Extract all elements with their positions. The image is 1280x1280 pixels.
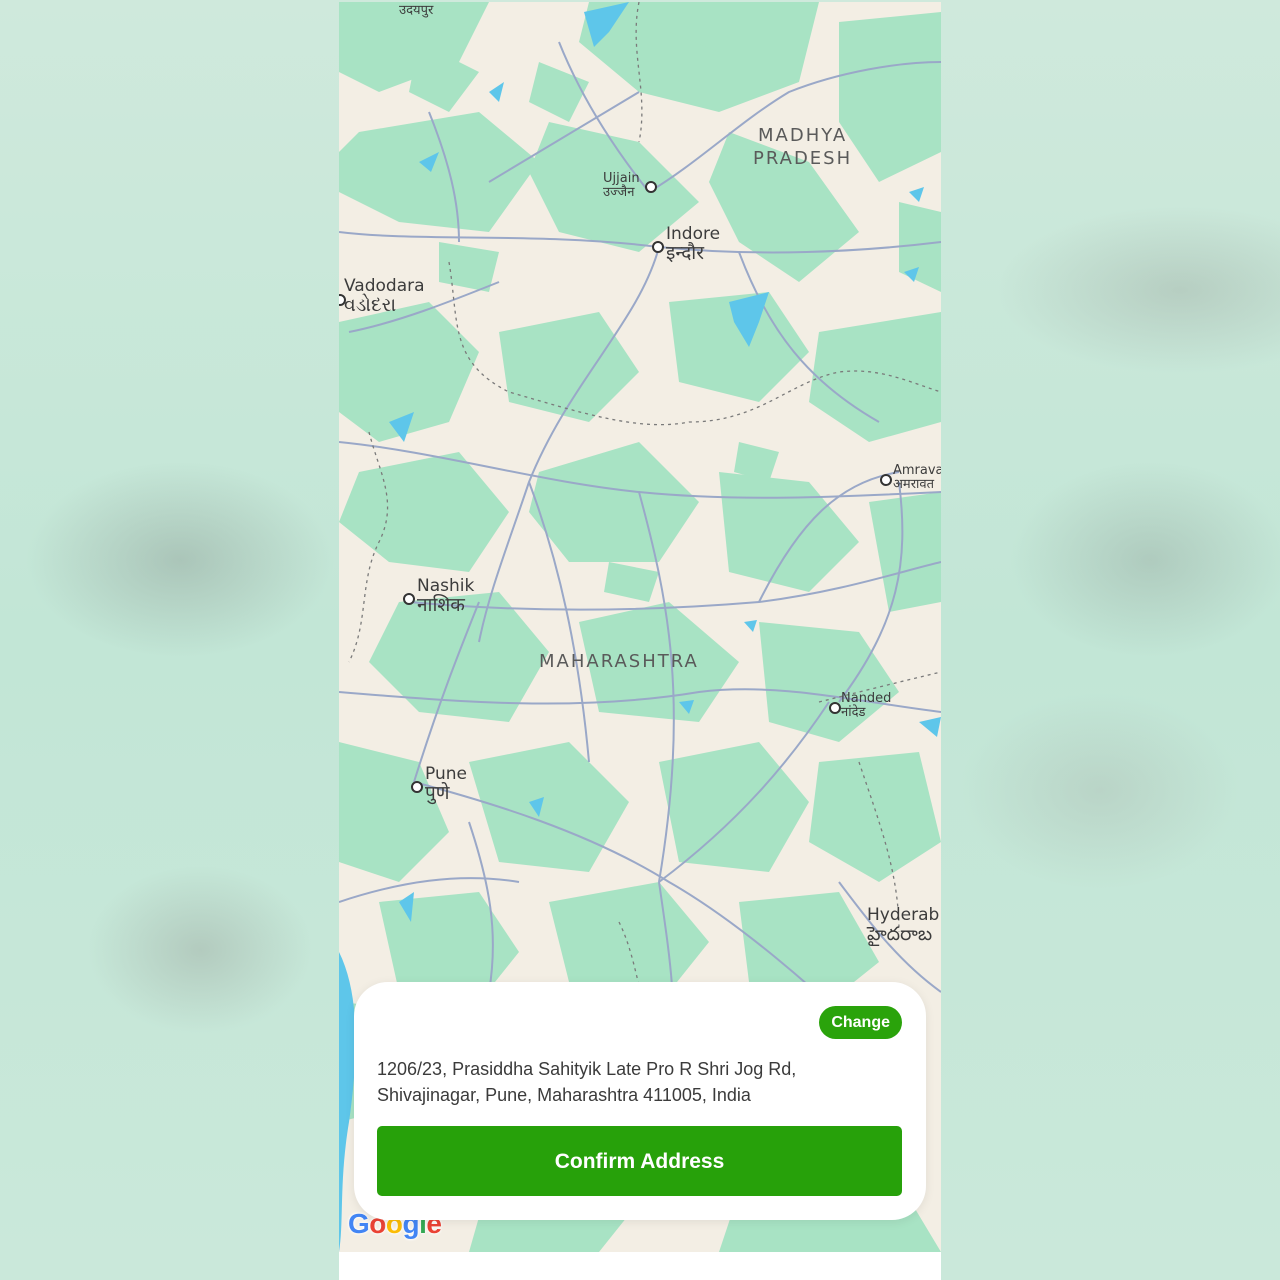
city-label-indore: Indore इन्दौर [666,224,721,264]
city-label-nanded: Nanded नांदेड [841,691,892,720]
state-label-madhya-pradesh: MADHYA PRADESH [753,125,853,169]
city-dot-pune [411,781,423,793]
city-label-vadodara: Vadodara વડોદરા [344,276,425,316]
city-label-hyderabad: Hyderab హైదరాబ [867,905,940,945]
city-label-pune: Pune पुणे [425,764,467,804]
city-dot-amravati [880,474,892,486]
city-dot-indore [652,241,664,253]
state-label-maharashtra: MAHARASHTRA [539,651,699,672]
confirm-address-button[interactable]: Confirm Address [377,1126,902,1196]
city-label-nashik: Nashik नाशिक [417,576,475,616]
city-dot-nanded [829,702,841,714]
phone-screen: उदयपुर Ujjain उज्जैन Indore इन्दौर Vadod… [339,2,941,1280]
address-sheet: Change 1206/23, Prasiddha Sahityik Late … [354,982,926,1220]
city-dot-nashik [403,593,415,605]
city-label-amravati: Amrava अमरावत [893,463,941,492]
city-label-udaipur: उदयपुर [399,3,434,18]
city-dot-ujjain [645,181,657,193]
change-button[interactable]: Change [819,1006,902,1039]
city-label-ujjain: Ujjain उज्जैन [603,171,640,200]
selected-address: 1206/23, Prasiddha Sahityik Late Pro R S… [377,1059,797,1105]
